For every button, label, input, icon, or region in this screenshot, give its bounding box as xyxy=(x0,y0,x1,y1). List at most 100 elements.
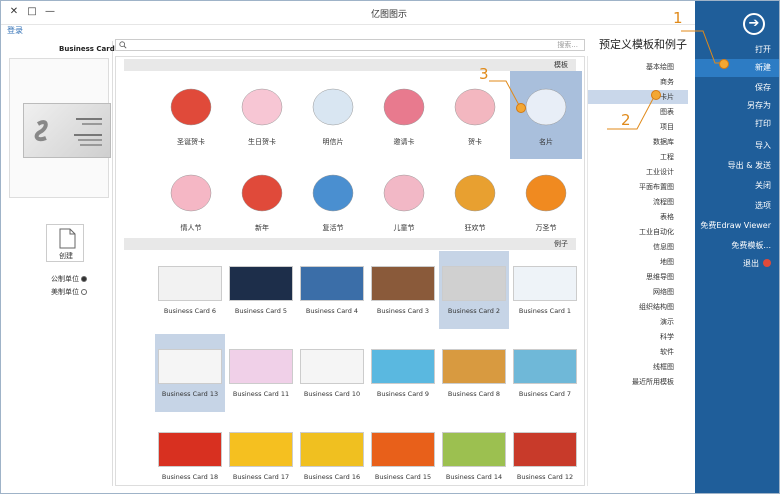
sidebar-item-11[interactable]: 退出 xyxy=(695,255,779,273)
example-card[interactable]: Business Card 14 xyxy=(439,417,509,485)
callout-2: 2 xyxy=(621,111,631,129)
template-label: 复活节 xyxy=(322,224,344,232)
category-item[interactable]: 演示 xyxy=(588,315,688,329)
sidebar-item-3[interactable]: 另存为 xyxy=(695,97,779,115)
category-list: 基本绘图 商务 卡片 图表 项目 数据库 工程 工业设计 平面布置图 流程图 表格 工业自动化 信息图地… xyxy=(587,56,695,486)
template-tile[interactable]: 圣诞贺卡 xyxy=(155,71,227,159)
marker-2 xyxy=(651,90,661,100)
preview-title: Business Card 2 xyxy=(59,45,123,53)
example-label: Business Card 2 xyxy=(447,307,501,315)
template-label: 名片 xyxy=(539,138,553,146)
example-thumbnail xyxy=(371,349,435,384)
template-tile[interactable]: 邀请卡 xyxy=(368,71,440,159)
example-card[interactable]: Business Card 7 xyxy=(510,334,580,412)
template-tile[interactable]: 生日贺卡 xyxy=(226,71,298,159)
search-input[interactable]: 搜索... xyxy=(115,39,585,51)
example-thumbnail xyxy=(229,349,293,384)
example-card[interactable]: Business Card 11 xyxy=(226,334,296,412)
example-thumbnail xyxy=(442,266,506,301)
category-item[interactable]: 工业自动化 xyxy=(588,225,688,239)
example-card[interactable]: Business Card 12 xyxy=(510,417,580,485)
category-item[interactable]: 平面布置图 xyxy=(588,180,688,194)
back-arrow-icon[interactable]: ➔ xyxy=(743,13,765,35)
create-button[interactable]: 创建 xyxy=(46,224,84,262)
template-tile[interactable]: 复活节 xyxy=(297,157,369,245)
unit-us-option[interactable]: 美制单位 xyxy=(51,287,87,297)
sidebar-item-label: 导出 & 发送 xyxy=(727,161,771,170)
example-card[interactable]: Business Card 17 xyxy=(226,417,296,485)
template-thumbnail xyxy=(443,163,507,219)
category-item[interactable]: 工业设计 xyxy=(588,165,688,179)
template-tile[interactable]: 狂欢节 xyxy=(439,157,511,245)
category-item[interactable]: 组织结构图 xyxy=(588,300,688,314)
example-card[interactable]: Business Card 2 xyxy=(439,251,509,329)
template-tile[interactable]: 儿童节 xyxy=(368,157,440,245)
example-label: Business Card 15 xyxy=(374,473,432,481)
minimize-window-button[interactable]: — xyxy=(43,5,57,19)
category-item[interactable]: 图表 xyxy=(588,105,688,119)
example-card[interactable]: Business Card 13 xyxy=(155,334,225,412)
category-item[interactable]: 数据库 xyxy=(588,135,688,149)
sidebar-item-6[interactable]: 导出 & 发送 xyxy=(695,157,779,175)
example-card[interactable]: Business Card 3 xyxy=(368,251,438,329)
category-item[interactable]: 网络图 xyxy=(588,285,688,299)
sidebar-item-0[interactable]: 打开 xyxy=(695,41,779,59)
example-card[interactable]: Business Card 10 xyxy=(297,334,367,412)
category-item[interactable]: 基本绘图 xyxy=(588,60,688,74)
example-label: Business Card 4 xyxy=(305,307,359,315)
sidebar-item-1[interactable]: 新建 xyxy=(695,59,779,77)
sidebar-item-8[interactable]: 选项 xyxy=(695,197,779,215)
template-label: 圣诞贺卡 xyxy=(177,138,205,146)
radio-selected-icon xyxy=(81,276,87,282)
category-item[interactable]: 科学 xyxy=(588,330,688,344)
sidebar-item-9[interactable]: 免费Edraw Viewer xyxy=(695,217,779,235)
sidebar-item-10[interactable]: 免费模板... xyxy=(695,237,779,255)
template-tile[interactable]: 贺卡 xyxy=(439,71,511,159)
sidebar-item-7[interactable]: 关闭 xyxy=(695,177,779,195)
example-thumbnail xyxy=(300,349,364,384)
example-card[interactable]: Business Card 4 xyxy=(297,251,367,329)
category-item[interactable]: 表格 xyxy=(588,210,688,224)
radio-empty-icon xyxy=(81,289,87,295)
category-item[interactable]: 工程 xyxy=(588,150,688,164)
template-thumbnail xyxy=(372,163,436,219)
sidebar-item-label: 新建 xyxy=(755,63,771,72)
category-item[interactable]: 思维导图 xyxy=(588,270,688,284)
example-label: Business Card 8 xyxy=(447,390,501,398)
example-card[interactable]: Business Card 15 xyxy=(368,417,438,485)
category-item[interactable]: 项目 xyxy=(588,120,688,134)
template-tile[interactable]: 明信片 xyxy=(297,71,369,159)
category-item[interactable]: 地图 xyxy=(588,255,688,269)
example-card[interactable]: Business Card 1 xyxy=(510,251,580,329)
template-label: 邀请卡 xyxy=(393,138,415,146)
category-item[interactable]: 信息图 xyxy=(588,240,688,254)
login-link[interactable]: 登录 xyxy=(7,25,23,36)
close-window-button[interactable]: ✕ xyxy=(7,5,21,19)
category-item[interactable]: 线框图 xyxy=(588,360,688,374)
example-card[interactable]: Business Card 9 xyxy=(368,334,438,412)
template-tile[interactable]: 情人节 xyxy=(155,157,227,245)
example-card[interactable]: Business Card 6 xyxy=(155,251,225,329)
example-thumbnail xyxy=(300,432,364,467)
sidebar-item-5[interactable]: 导入 xyxy=(695,137,779,155)
callout-1: 1 xyxy=(673,9,683,27)
template-tile[interactable]: 名片 xyxy=(510,71,582,159)
sidebar-item-4[interactable]: 打印 xyxy=(695,115,779,133)
unit-metric-option[interactable]: 公制单位 xyxy=(51,274,87,284)
example-card[interactable]: Business Card 18 xyxy=(155,417,225,485)
category-item[interactable]: 卡片 xyxy=(588,90,688,104)
example-card[interactable]: Business Card 8 xyxy=(439,334,509,412)
category-item[interactable]: 流程图 xyxy=(588,195,688,209)
example-thumbnail xyxy=(513,432,577,467)
template-tile[interactable]: 新年 xyxy=(226,157,298,245)
sidebar-item-2[interactable]: 保存 xyxy=(695,79,779,97)
category-item[interactable]: 软件 xyxy=(588,345,688,359)
category-item[interactable]: 最近所用模板 xyxy=(588,375,688,389)
category-item[interactable]: 商务 xyxy=(588,75,688,89)
restore-window-button[interactable]: □ xyxy=(25,5,39,19)
example-thumbnail xyxy=(229,266,293,301)
example-card[interactable]: Business Card 16 xyxy=(297,417,367,485)
template-tile[interactable]: 万圣节 xyxy=(510,157,582,245)
example-card[interactable]: Business Card 5 xyxy=(226,251,296,329)
template-gallery: 模板 名片 贺卡 邀请卡 明信片 生日贺卡 圣诞贺卡 万圣节 狂欢节 儿童节 复活节 新年 情人节 例… xyxy=(115,56,585,486)
